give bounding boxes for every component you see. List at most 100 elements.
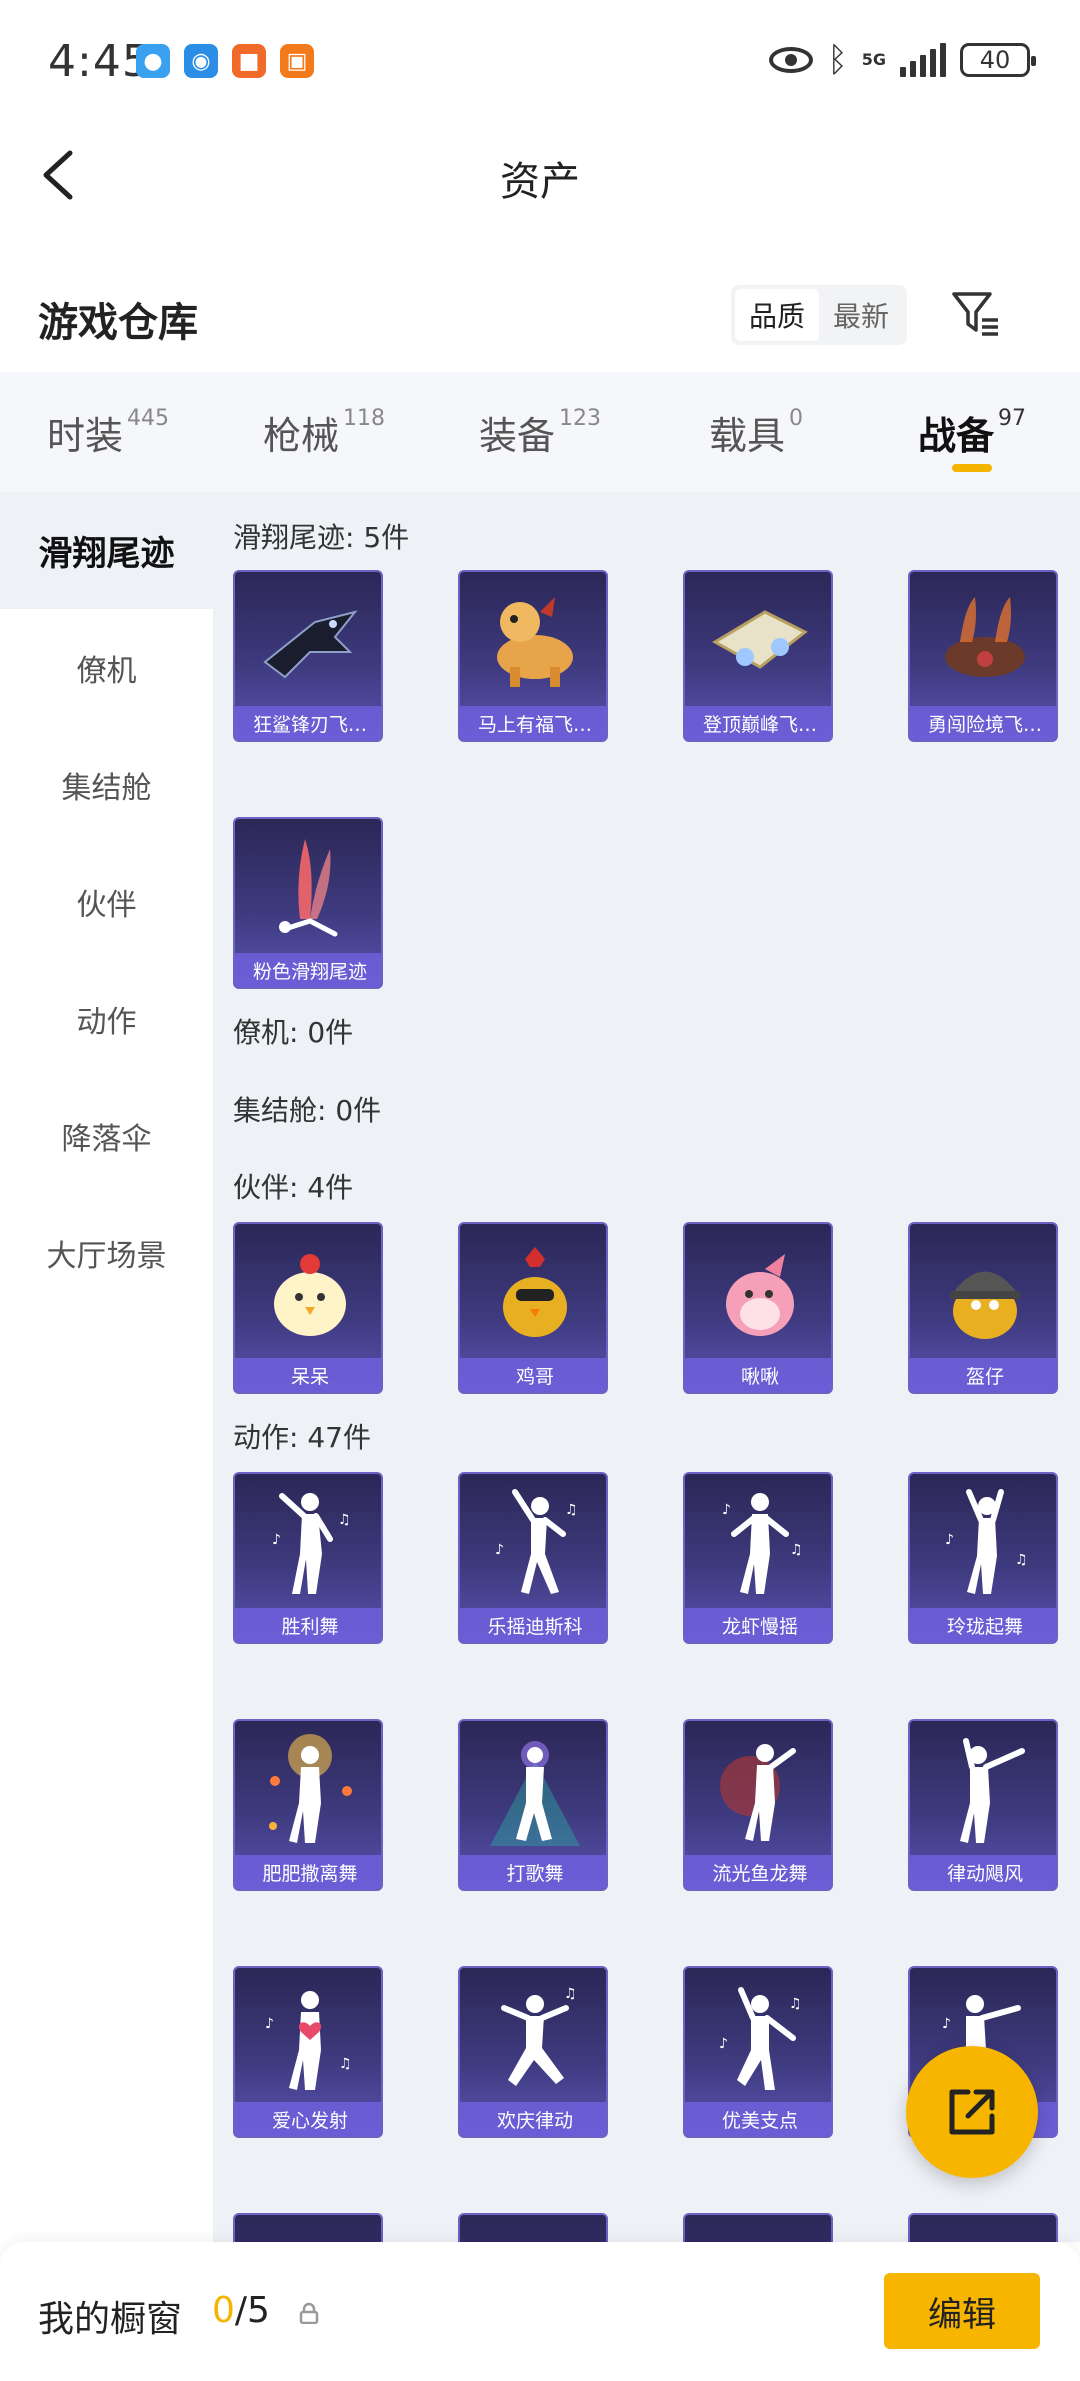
item-card[interactable]: 登顶巅峰飞…: [683, 570, 833, 742]
item-card[interactable]: ♪ ♫ 乐摇迪斯科: [458, 1472, 608, 1644]
page-header: 资产: [0, 125, 1080, 225]
filter-icon[interactable]: [950, 288, 1002, 340]
item-card[interactable]: 粉色滑翔尾迹: [233, 817, 383, 989]
showcase-title: 我的橱窗: [38, 2299, 183, 2340]
tab-count: 118: [343, 405, 385, 431]
rooster-partner-image: [460, 1224, 606, 1364]
dancer-silhouette-image: ♪ ♫: [235, 1474, 381, 1614]
showcase-count-total: /5: [234, 2290, 270, 2331]
item-card[interactable]: [908, 2213, 1058, 2242]
dancer-dragon-image: [685, 1721, 831, 1861]
item-name: 啾啾: [685, 1358, 831, 1392]
showcase-count-current: 0: [212, 2290, 235, 2331]
item-card[interactable]: 啾啾: [683, 1222, 833, 1394]
category-tabs: 时装 445 枪械 118 装备 123 载具 0 战备 97: [0, 372, 1080, 492]
item-name: 马上有福飞…: [460, 706, 606, 740]
edit-button[interactable]: 编辑: [884, 2273, 1040, 2349]
item-name: 狂鲨锋刃飞…: [235, 706, 381, 740]
item-name: 玲珑起舞: [910, 1608, 1056, 1642]
item-card[interactable]: 律动飓风: [908, 1719, 1058, 1891]
section-title-wingman: 僚机: 0件: [233, 1016, 354, 1049]
dancer-silhouette-image: [910, 1721, 1056, 1861]
active-tab-indicator: [952, 464, 992, 472]
tab-label: 战备: [917, 413, 994, 458]
item-card[interactable]: [233, 2213, 383, 2242]
tab-vehicles[interactable]: 载具 0: [648, 372, 864, 492]
tab-guns[interactable]: 枪械 118: [216, 372, 432, 492]
item-card[interactable]: ♪ ♫ 优美支点: [683, 1966, 833, 2138]
item-card[interactable]: ♫ 欢庆律动: [458, 1966, 608, 2138]
item-name: 粉色滑翔尾迹: [235, 953, 381, 987]
item-name: 肥肥撒离舞: [235, 1855, 381, 1889]
item-card[interactable]: 马上有福飞…: [458, 570, 608, 742]
item-card[interactable]: 呆呆: [233, 1222, 383, 1394]
svg-text:♫: ♫: [1015, 1552, 1028, 1568]
tab-label: 载具: [708, 413, 785, 458]
item-name: 律动飓风: [910, 1855, 1056, 1889]
svg-text:♪: ♪: [945, 1532, 954, 1548]
item-name: 鸡哥: [460, 1358, 606, 1392]
sidebar-item-wingman[interactable]: 僚机: [0, 609, 213, 726]
tab-label: 装备: [478, 413, 555, 458]
item-card[interactable]: 勇闯险境飞…: [908, 570, 1058, 742]
tab-combat-prep[interactable]: 战备 97: [864, 372, 1080, 492]
sidebar-item-lobby-scene[interactable]: 大厅场景: [0, 1194, 213, 1311]
sidebar-item-emote[interactable]: 动作: [0, 960, 213, 1077]
svg-text:♪: ♪: [722, 1502, 731, 1518]
dancer-silhouette-image: [235, 2215, 381, 2242]
sort-quality-button[interactable]: 品质: [735, 289, 819, 341]
item-card[interactable]: ♪ ♫ 爱心发射: [233, 1966, 383, 2138]
sidebar-item-rally-pod[interactable]: 集结舱: [0, 726, 213, 843]
item-grid-area: 滑翔尾迹: 5件 狂鲨锋刃飞… 马上有福飞… 登顶巅峰飞… 勇闯险境飞… 粉色滑…: [213, 492, 1080, 2242]
network-type-label: 5G: [861, 50, 886, 69]
item-card[interactable]: [683, 2213, 833, 2242]
dancer-silhouette-image: ♪ ♫: [685, 1968, 831, 2108]
sort-toggle: 品质 最新: [731, 285, 907, 345]
share-icon: [949, 2089, 995, 2135]
svg-text:♪: ♪: [495, 1542, 504, 1558]
showcase-count: 0/5: [212, 2290, 270, 2331]
item-card[interactable]: 流光鱼龙舞: [683, 1719, 833, 1891]
item-name: 欢庆律动: [460, 2102, 606, 2136]
dancer-heart-image: ♪ ♫: [235, 1968, 381, 2108]
tab-equipment[interactable]: 装备 123: [432, 372, 648, 492]
section-title-emote: 动作: 47件: [233, 1421, 371, 1454]
item-name: 勇闯险境飞…: [910, 706, 1056, 740]
dancer-silhouette-image: ♫: [460, 1968, 606, 2108]
battery-icon: 40: [960, 43, 1036, 77]
item-card[interactable]: 肥肥撒离舞: [233, 1719, 383, 1891]
status-bar: 4:45 ● ◉ ■ ▣ ᛒ 5G 40: [0, 0, 1080, 125]
dancer-silhouette-image: ♪ ♫: [460, 1474, 606, 1614]
game-app-icon: ■: [232, 44, 266, 78]
item-card[interactable]: 狂鲨锋刃飞…: [233, 570, 383, 742]
item-card[interactable]: 盔仔: [908, 1222, 1058, 1394]
item-name: 流光鱼龙舞: [685, 1855, 831, 1889]
status-indicators: ᛒ 5G 40: [769, 40, 1036, 80]
tab-count: 123: [559, 405, 601, 431]
item-name: 打歌舞: [460, 1855, 606, 1889]
sidebar-item-partner[interactable]: 伙伴: [0, 843, 213, 960]
dancer-silhouette-image: [910, 2215, 1056, 2242]
share-button[interactable]: [906, 2046, 1038, 2178]
section-title-partner: 伙伴: 4件: [233, 1171, 354, 1204]
item-name: 呆呆: [235, 1358, 381, 1392]
sidebar-item-glide-trail[interactable]: 滑翔尾迹: [0, 492, 213, 609]
item-card[interactable]: 打歌舞: [458, 1719, 608, 1891]
sort-latest-button[interactable]: 最新: [819, 289, 903, 341]
tab-label: 时装: [46, 413, 123, 458]
item-name: 龙虾慢摇: [685, 1608, 831, 1642]
item-card[interactable]: 鸡哥: [458, 1222, 608, 1394]
item-card[interactable]: ♪ ♫ 胜利舞: [233, 1472, 383, 1644]
signal-icon: [900, 43, 946, 77]
tab-label: 枪械: [262, 413, 339, 458]
peak-glider-image: [685, 572, 831, 712]
chat-app-icon: ●: [136, 44, 170, 78]
item-card[interactable]: ♪ ♫ 龙虾慢摇: [683, 1472, 833, 1644]
tab-fashion[interactable]: 时装 445: [0, 372, 216, 492]
item-card[interactable]: ♪ ♫ 玲珑起舞: [908, 1472, 1058, 1644]
svg-text:♪: ♪: [272, 1532, 281, 1548]
item-card[interactable]: [458, 2213, 608, 2242]
svg-text:♪: ♪: [942, 2016, 951, 2032]
sidebar-item-parachute[interactable]: 降落伞: [0, 1077, 213, 1194]
shark-glider-image: [235, 572, 381, 712]
